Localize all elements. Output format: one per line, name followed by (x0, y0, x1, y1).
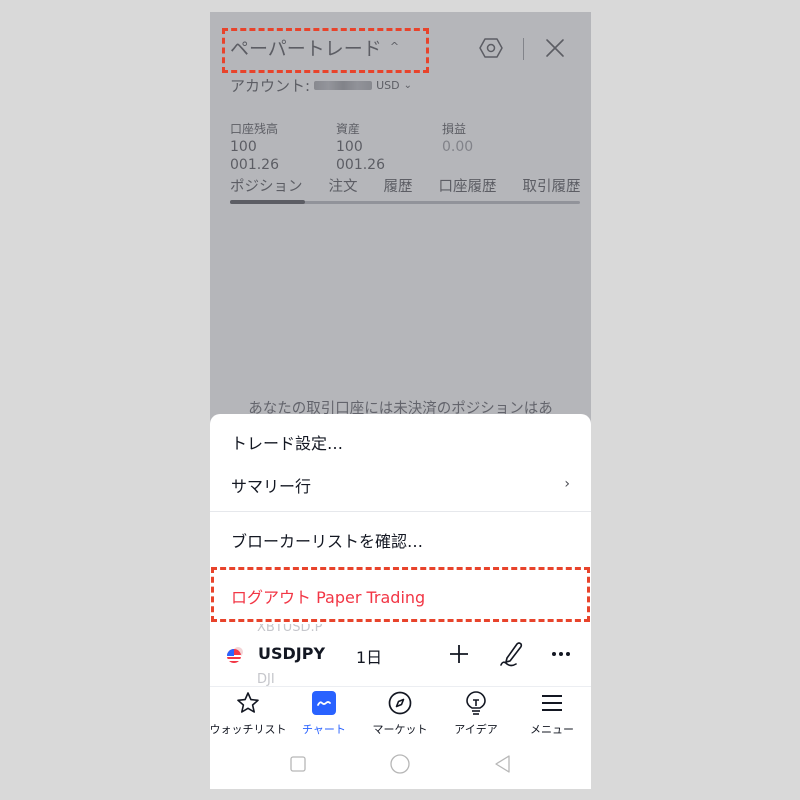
menu-item-label: トレード設定… (231, 434, 344, 453)
stat-balance: 口座残高 100 001.26 (230, 121, 307, 174)
menu-item-summary-row[interactable]: サマリー行 › (210, 463, 591, 507)
account-selector[interactable]: アカウント: USD ⌄ (230, 75, 412, 96)
back-icon[interactable] (493, 754, 513, 774)
menu-item-label: ブローカーリストを確認… (231, 532, 424, 551)
nav-chart[interactable]: チャート (286, 687, 362, 743)
nav-label: ウォッチリスト (210, 723, 287, 736)
nav-label: チャート (302, 723, 346, 736)
nav-label: メニュー (530, 723, 574, 736)
account-stats: 口座残高 100 001.26 資産 100 001.26 損益 0.00 (230, 121, 473, 174)
tab-orders[interactable]: 注文 (329, 175, 358, 196)
nav-watchlist[interactable]: ウォッチリスト (210, 687, 287, 743)
close-icon[interactable] (544, 37, 566, 59)
system-nav-bar (210, 742, 591, 789)
nav-label: アイデア (454, 723, 498, 736)
ghost-symbol-below: DJI (257, 672, 275, 687)
stat-value: 100 001.26 (230, 139, 279, 173)
lightbulb-icon (466, 691, 486, 715)
account-label: アカウント: (230, 77, 311, 95)
symbol-row: USDJPY 1日 (210, 638, 591, 672)
stat-label: 資産 (336, 122, 361, 136)
stat-value: 0.00 (442, 139, 474, 155)
nav-market[interactable]: マーケット (362, 687, 438, 743)
nav-label: マーケット (372, 723, 428, 736)
pen-icon[interactable] (498, 640, 524, 668)
plus-icon[interactable] (448, 643, 470, 665)
interval-selector[interactable]: 1日 (356, 644, 382, 668)
chevron-right-icon: › (564, 476, 570, 492)
menu-item-label: ログアウト Paper Trading (231, 588, 426, 607)
nav-ideas[interactable]: アイデア (438, 687, 514, 743)
nav-menu[interactable]: メニュー (514, 687, 590, 743)
stat-label: 口座残高 (230, 122, 279, 136)
symbol-name[interactable]: USDJPY (258, 644, 325, 663)
us-flag-icon (227, 647, 243, 663)
chevron-up-icon: ^ (389, 40, 400, 53)
account-currency: USD (376, 79, 400, 92)
recent-apps-icon[interactable] (288, 754, 308, 774)
tab-bar: ポジション 注文 履歴 口座履歴 取引履歴 (230, 175, 591, 196)
more-dots-icon[interactable] (550, 646, 572, 662)
tab-active-indicator (230, 200, 305, 204)
menu-item-broker-list[interactable]: ブローカーリストを確認… (210, 518, 591, 562)
tab-positions[interactable]: ポジション (230, 175, 303, 196)
menu-divider (210, 511, 591, 512)
chart-icon (312, 691, 336, 715)
account-switcher[interactable]: ペーパートレード ^ (230, 34, 399, 61)
home-icon[interactable] (390, 754, 410, 774)
star-icon (237, 692, 259, 713)
phone-screen: ペーパートレード ^ アカウント: USD ⌄ 口座残高 100 001.26 … (210, 12, 591, 789)
tab-history[interactable]: 履歴 (384, 175, 413, 196)
page-title: ペーパートレード (230, 38, 382, 60)
options-sheet: トレード設定… サマリー行 › ブローカーリストを確認… ログアウト Paper… (210, 414, 591, 624)
stat-value: 100 001.26 (336, 139, 385, 173)
bottom-nav: ウォッチリスト チャート マーケット アイデア メニュー (210, 686, 591, 742)
stat-pnl: 損益 0.00 (442, 121, 473, 174)
menu-item-logout[interactable]: ログアウト Paper Trading (210, 574, 591, 618)
stat-label: 損益 (442, 122, 467, 136)
settings-icon[interactable] (479, 36, 503, 60)
menu-item-trade-settings[interactable]: トレード設定… (210, 420, 591, 464)
chevron-down-icon: ⌄ (403, 80, 412, 91)
compass-icon (388, 691, 412, 715)
account-id-redacted (314, 81, 373, 90)
menu-item-label: サマリー行 (231, 477, 312, 496)
stat-equity: 資産 100 001.26 (336, 121, 413, 174)
header-divider (523, 38, 524, 60)
tab-account-history[interactable]: 口座履歴 (439, 175, 497, 196)
tab-trade-history[interactable]: 取引履歴 (523, 175, 581, 196)
menu-icon (542, 695, 562, 711)
